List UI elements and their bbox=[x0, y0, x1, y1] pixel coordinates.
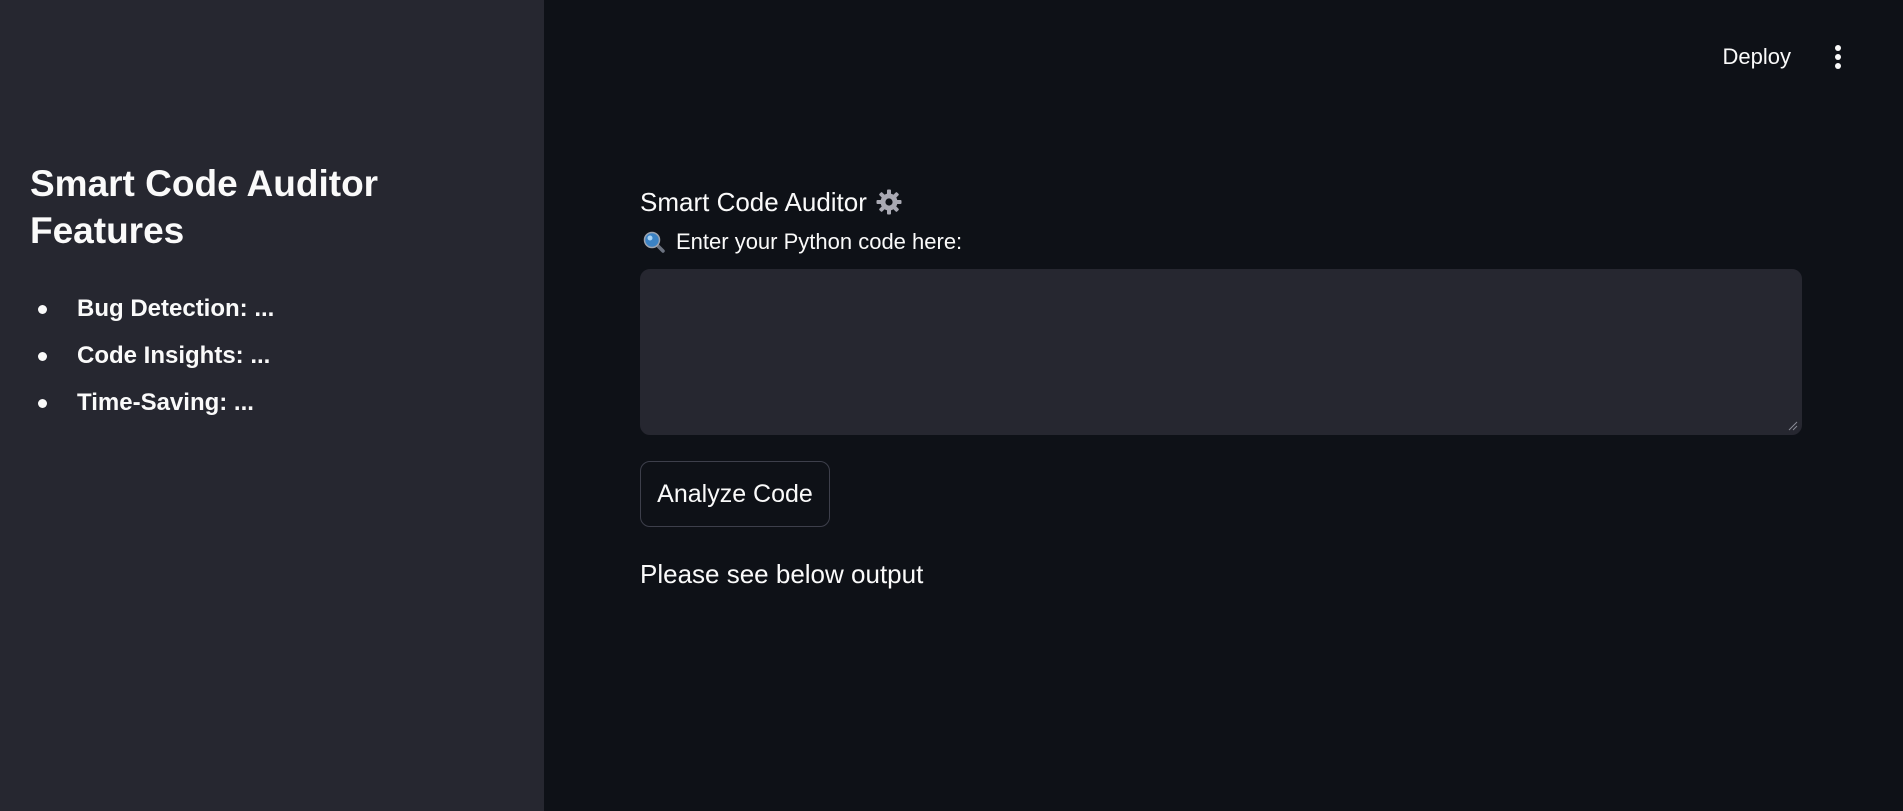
code-input-textarea[interactable] bbox=[640, 269, 1802, 435]
magnifying-glass-icon bbox=[643, 231, 665, 253]
bullet-icon bbox=[38, 352, 47, 361]
resize-handle-icon[interactable] bbox=[1788, 421, 1798, 431]
feature-item-time-saving: Time-Saving: ... bbox=[30, 379, 274, 426]
bullet-icon bbox=[38, 305, 47, 314]
analyze-code-button[interactable]: Analyze Code bbox=[640, 461, 830, 527]
app-title-row: Smart Code Auditor bbox=[640, 186, 903, 218]
feature-list: Bug Detection: ... Code Insights: ... Ti… bbox=[30, 285, 274, 426]
feature-item-bug-detection: Bug Detection: ... bbox=[30, 285, 274, 332]
main-content: Smart Code Auditor Enter your Python cod… bbox=[640, 0, 1802, 811]
feature-label: Time-Saving: ... bbox=[77, 389, 254, 416]
code-input-label-row: Enter your Python code here: bbox=[642, 228, 962, 256]
feature-label: Code Insights: ... bbox=[77, 342, 271, 369]
feature-item-code-insights: Code Insights: ... bbox=[30, 332, 274, 379]
bullet-icon bbox=[38, 399, 47, 408]
main-menu-button[interactable] bbox=[1821, 38, 1855, 76]
output-message: Please see below output bbox=[640, 559, 924, 589]
feature-label: Bug Detection: ... bbox=[77, 295, 275, 322]
gear-icon bbox=[876, 189, 902, 215]
sidebar-title: Smart Code Auditor Features bbox=[30, 163, 379, 251]
app-root: Smart Code Auditor Features Bug Detectio… bbox=[0, 0, 1903, 811]
sidebar: Smart Code Auditor Features Bug Detectio… bbox=[0, 0, 544, 811]
code-input-label: Enter your Python code here: bbox=[676, 229, 963, 254]
app-title: Smart Code Auditor bbox=[640, 187, 867, 217]
